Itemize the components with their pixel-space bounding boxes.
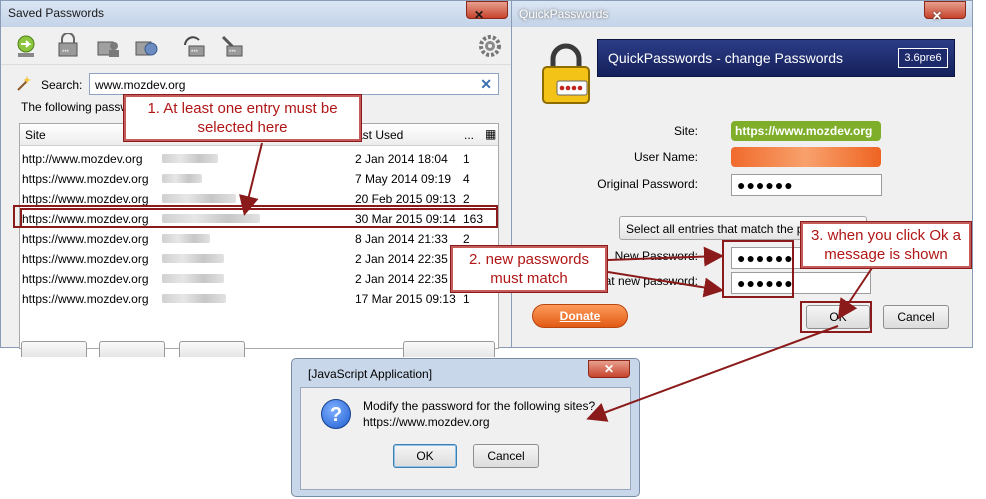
callout-ok-message: 3. when you click Ok a message is shown [800, 221, 972, 269]
callout-passwords-match: 2. new passwords must match [450, 245, 608, 293]
callout-select-entry: 1. At least one entry must be selected h… [123, 94, 362, 142]
